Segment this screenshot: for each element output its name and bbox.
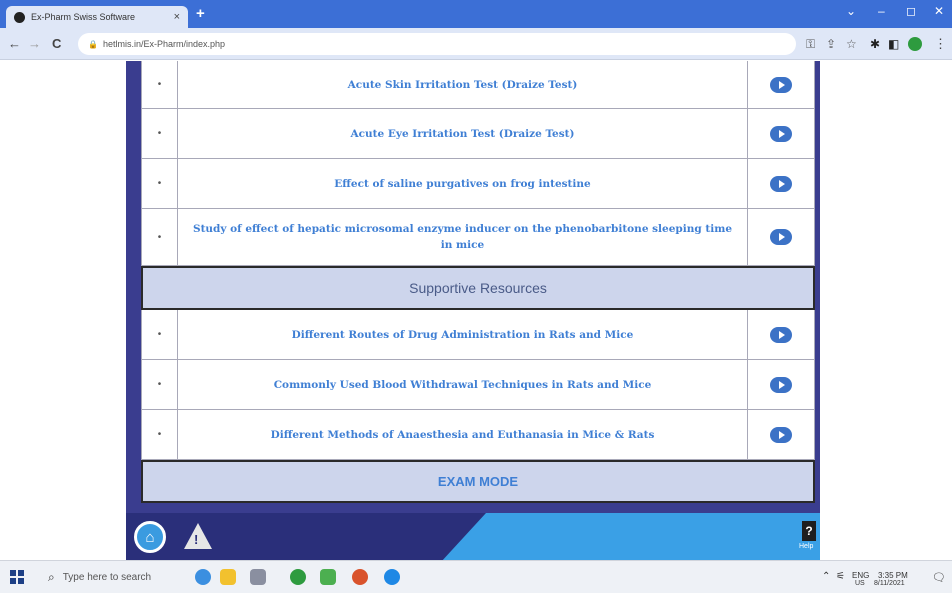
search-icon: ⌕ (48, 570, 55, 584)
table-row[interactable]: • Acute Skin Irritation Test (Draize Tes… (141, 61, 815, 109)
browser-tab[interactable]: Ex-Pharm Swiss Software × (6, 6, 188, 28)
windows-start-button[interactable] (10, 570, 24, 584)
table-row[interactable]: • Different Routes of Drug Administratio… (141, 310, 815, 360)
tab-title: Ex-Pharm Swiss Software (31, 12, 136, 22)
home-icon: ⌂ (145, 528, 155, 546)
tray-language[interactable]: ENG (852, 571, 869, 580)
edge-app-icon[interactable] (384, 569, 400, 585)
play-video-icon[interactable] (770, 76, 792, 93)
tab-search-icon[interactable]: ⌄ (846, 4, 856, 18)
bookmark-star-icon[interactable]: ☆ (846, 37, 857, 51)
chrome-app-icon[interactable] (290, 569, 306, 585)
resource-link[interactable]: Commonly Used Blood Withdrawal Technique… (178, 360, 748, 409)
play-video-icon[interactable] (770, 175, 792, 192)
url-text: hetlmis.in/Ex-Pharm/index.php (102, 39, 226, 49)
row-bullet: • (142, 310, 178, 359)
play-video-icon[interactable] (770, 125, 792, 142)
app-bottom-bar: ⌂ ! ? Help (126, 513, 820, 560)
section-heading-supportive-resources: Supportive Resources (141, 266, 815, 310)
warning-icon: ! (194, 532, 199, 547)
row-bullet: • (142, 109, 178, 158)
browser-tab-bar: Ex-Pharm Swiss Software × + ⌄ – ◻ ✕ (0, 0, 952, 28)
home-button[interactable]: ⌂ (134, 521, 166, 553)
file-explorer-icon[interactable] (320, 569, 336, 585)
resource-link[interactable]: Different Methods of Anaesthesia and Eut… (178, 410, 748, 459)
experiment-link[interactable]: Acute Eye Irritation Test (Draize Test) (178, 109, 748, 158)
key-icon[interactable]: ⚿ (806, 37, 815, 52)
play-video-icon[interactable] (770, 426, 792, 443)
tray-region: US (855, 580, 865, 587)
play-video-icon[interactable] (770, 229, 792, 245)
clock-time[interactable]: 3:35 PM (878, 571, 908, 580)
play-video-icon[interactable] (770, 376, 792, 393)
reading-list-icon[interactable]: ◧ (888, 37, 899, 51)
tab-close-icon[interactable]: × (174, 11, 180, 23)
help-label: Help (799, 543, 814, 550)
browser-menu-button[interactable]: ⋮ (934, 36, 947, 52)
experiment-link[interactable]: Study of effect of hepatic microsomal en… (178, 209, 748, 265)
profile-avatar[interactable] (908, 37, 922, 51)
row-bullet: • (142, 61, 178, 108)
warning-button[interactable]: ! (184, 523, 212, 549)
experiment-link[interactable]: Acute Skin Irritation Test (Draize Test) (178, 61, 748, 108)
network-icon[interactable]: ⚟ (836, 571, 845, 582)
notifications-icon[interactable]: 🗨 (932, 571, 946, 584)
help-button[interactable]: ? (802, 521, 816, 541)
new-tab-button[interactable]: + (196, 6, 205, 22)
page-viewport: • Acute Skin Irritation Test (Draize Tes… (0, 61, 952, 560)
row-bullet: • (142, 209, 178, 265)
play-video-icon[interactable] (770, 326, 792, 343)
taskbar-search-placeholder: Type here to search (62, 572, 152, 583)
tray-overflow-icon[interactable]: ⌃ (822, 571, 830, 582)
row-bullet: • (142, 410, 178, 459)
forward-button[interactable]: → (28, 36, 41, 51)
clock-date[interactable]: 8/11/2021 (874, 580, 905, 587)
resource-link[interactable]: Different Routes of Drug Administration … (178, 310, 748, 359)
experiment-link[interactable]: Effect of saline purgatives on frog inte… (178, 159, 748, 208)
media-app-icon[interactable] (352, 569, 368, 585)
share-icon[interactable]: ⇪ (826, 37, 836, 51)
taskbar-search-input[interactable]: ⌕ Type here to search (40, 565, 190, 590)
close-window-button[interactable]: ✕ (934, 4, 944, 18)
maximize-button[interactable]: ◻ (906, 4, 916, 18)
table-row[interactable]: • Acute Eye Irritation Test (Draize Test… (141, 109, 815, 159)
experiment-table: • Acute Skin Irritation Test (Draize Tes… (141, 61, 815, 503)
table-row[interactable]: • Different Methods of Anaesthesia and E… (141, 410, 815, 460)
help-icon: ? (805, 524, 813, 538)
table-row[interactable]: • Study of effect of hepatic microsomal … (141, 209, 815, 266)
table-row[interactable]: • Commonly Used Blood Withdrawal Techniq… (141, 360, 815, 410)
task-view-icon[interactable] (250, 569, 266, 585)
back-button[interactable]: ← (8, 36, 21, 51)
table-row[interactable]: • Effect of saline purgatives on frog in… (141, 159, 815, 209)
windows-taskbar: ⌕ Type here to search ⌃ ⚟ ENG US 3:35 PM… (0, 560, 952, 593)
row-bullet: • (142, 159, 178, 208)
weather-app-icon[interactable] (195, 569, 211, 585)
browser-toolbar: ← → C 🔒 hetlmis.in/Ex-Pharm/index.php ⚿ … (0, 28, 952, 60)
reload-button[interactable]: C (52, 36, 61, 51)
address-bar[interactable]: 🔒 hetlmis.in/Ex-Pharm/index.php (78, 33, 796, 55)
site-favicon-icon (14, 11, 25, 23)
extension-icon[interactable]: ✱ (870, 37, 880, 51)
row-bullet: • (142, 360, 178, 409)
exam-mode-button[interactable]: EXAM MODE (141, 460, 815, 503)
minimize-button[interactable]: – (878, 4, 885, 18)
lock-icon: 🔒 (88, 39, 98, 49)
bottom-bar-dark-segment (126, 513, 486, 560)
news-app-icon[interactable] (220, 569, 236, 585)
